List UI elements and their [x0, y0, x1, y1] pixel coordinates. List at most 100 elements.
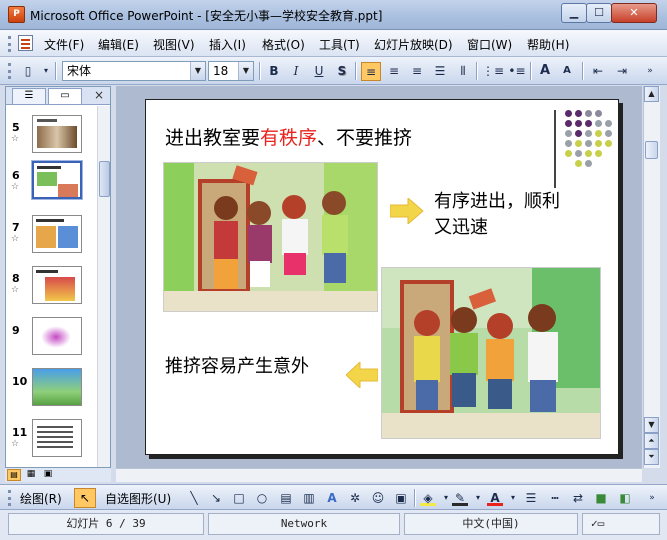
spelling-check-icon[interactable]: ✓▭ [582, 513, 660, 535]
tab-slides[interactable]: ▭ [48, 88, 82, 104]
toolbar-separator [259, 62, 261, 80]
close-icon[interactable]: × [94, 88, 104, 102]
3d-style-icon[interactable]: ◧ [617, 491, 633, 506]
slide-thumbnail-6[interactable] [31, 160, 83, 200]
minimize-button[interactable]: ▁ [561, 3, 587, 23]
decorative-divider [554, 110, 556, 188]
tab-outline[interactable]: ☰ [12, 88, 46, 104]
document-icon[interactable] [18, 35, 33, 51]
caption-pushing[interactable]: 推挤容易产生意外 [165, 352, 309, 378]
decrease-indent-icon[interactable]: ⇤ [588, 62, 608, 81]
toolbar-grip[interactable] [8, 36, 11, 52]
toolbar-separator [582, 62, 584, 80]
wordart-icon[interactable]: A [324, 491, 340, 506]
draw-menu-button[interactable]: 绘图(R) [20, 490, 62, 507]
align-right-icon[interactable]: ≡ [407, 62, 427, 81]
chevron-down-icon[interactable]: ▾ [505, 491, 521, 506]
clipart-icon[interactable]: ☺ [370, 491, 386, 506]
new-slide-icon[interactable]: ▯ [18, 62, 38, 81]
scroll-up-icon[interactable]: ▲ [644, 86, 659, 102]
columns-icon[interactable]: ⫴ [453, 62, 473, 81]
line-style-icon[interactable]: ☰ [523, 491, 539, 506]
menu-edit[interactable]: 编辑(E) [98, 36, 139, 53]
powerpoint-app-icon[interactable]: P [8, 6, 25, 23]
next-slide-icon[interactable]: ⏷ [644, 449, 659, 465]
menu-insert[interactable]: 插入(I) [209, 36, 246, 53]
menu-file[interactable]: 文件(F) [44, 36, 84, 53]
toolbar-grip[interactable] [8, 490, 11, 506]
illustration-pushing[interactable] [381, 267, 601, 439]
close-button[interactable]: ✕ [611, 3, 657, 23]
shrink-font-button[interactable]: A [557, 62, 577, 81]
menu-format[interactable]: 格式(O) [262, 36, 305, 53]
underline-button[interactable]: U [309, 62, 329, 81]
horizontal-scrollbar[interactable] [116, 468, 642, 482]
bold-button[interactable]: B [264, 62, 284, 81]
slide-thumbnail-7[interactable] [32, 215, 82, 253]
vertical-scrollbar[interactable]: ▲ ▼ ⏶ ⏷ [643, 86, 660, 468]
fill-color-icon[interactable]: ◈ [420, 491, 436, 506]
numbering-icon[interactable]: ⋮≡ [482, 62, 504, 81]
caption-orderly-line2: 又迅速 [434, 217, 488, 238]
shadow-style-icon[interactable]: ■ [593, 491, 609, 506]
slide-title[interactable]: 进出教室要有秩序、不要推挤 [165, 123, 412, 150]
menu-window[interactable]: 窗口(W) [467, 36, 512, 53]
slide-thumbnail-5[interactable] [32, 115, 82, 153]
align-left-icon[interactable]: ≡ [361, 62, 381, 81]
grow-font-button[interactable]: A [535, 62, 555, 81]
font-size-combo[interactable]: 18 ▼ [208, 61, 254, 81]
increase-indent-icon[interactable]: ⇥ [612, 62, 632, 81]
previous-slide-icon[interactable]: ⏶ [644, 433, 659, 449]
maximize-button[interactable]: ☐ [586, 3, 612, 23]
align-center-icon[interactable]: ≡ [384, 62, 404, 81]
toolbar-grip[interactable] [8, 63, 11, 79]
transition-star-icon: ☆ [11, 182, 20, 192]
slide-sorter-icon[interactable]: ▦ [24, 469, 38, 481]
chevron-down-icon[interactable]: ▼ [238, 62, 253, 80]
rectangle-tool-icon[interactable]: □ [231, 491, 247, 506]
text-shadow-button[interactable]: S [332, 62, 352, 81]
slide-number: 9 [12, 324, 20, 337]
select-pointer-icon[interactable]: ↖ [74, 488, 96, 508]
menu-view[interactable]: 视图(V) [153, 36, 195, 53]
font-color-icon[interactable]: A [487, 491, 503, 506]
menu-tools[interactable]: 工具(T) [319, 36, 360, 53]
slide-thumbnail-10[interactable] [32, 368, 82, 406]
menu-slideshow[interactable]: 幻灯片放映(D) [374, 36, 453, 53]
illustration-orderly-entry[interactable] [163, 162, 378, 312]
chevron-down-icon[interactable]: ▼ [190, 62, 205, 80]
scroll-down-icon[interactable]: ▼ [644, 417, 659, 433]
toolbar-options-icon[interactable]: » [644, 491, 660, 506]
slide-thumbnail-11[interactable] [32, 419, 82, 457]
slide-title-suffix: 、不要推挤 [317, 127, 413, 149]
bullets-icon[interactable]: •≡ [507, 62, 527, 81]
caption-orderly[interactable]: 有序进出，顺利 又迅速 [434, 189, 560, 241]
vertical-textbox-icon[interactable]: ▥ [301, 491, 317, 506]
font-name-combo[interactable]: 宋体 ▼ [62, 61, 206, 81]
chevron-down-icon[interactable]: ▾ [470, 491, 486, 506]
textbox-tool-icon[interactable]: ▤ [278, 491, 294, 506]
line-color-icon[interactable]: ✎ [452, 491, 468, 506]
scrollbar-thumb[interactable] [99, 161, 110, 197]
dash-style-icon[interactable]: ┅ [547, 491, 563, 506]
autoshapes-menu-button[interactable]: 自选图形(U) [105, 490, 171, 507]
menu-help[interactable]: 帮助(H) [527, 36, 569, 53]
insert-picture-icon[interactable]: ▣ [393, 491, 409, 506]
arrow-style-icon[interactable]: ⇄ [570, 491, 586, 506]
scrollbar-thumb[interactable] [645, 141, 658, 159]
oval-tool-icon[interactable]: ○ [254, 491, 270, 506]
thumbnail-scrollbar[interactable] [97, 106, 110, 467]
arrow-tool-icon[interactable]: ↘ [208, 491, 224, 506]
slide-thumbnail-8[interactable] [32, 266, 82, 304]
slide-thumbnail-9[interactable] [32, 317, 82, 355]
toolbar-options-icon[interactable]: » [640, 62, 660, 81]
toolbar-separator [55, 62, 57, 80]
dropdown-arrow-icon[interactable]: ▾ [36, 62, 56, 81]
current-slide[interactable]: 进出教室要有秩序、不要推挤 有序进出，顺利 又迅速 推挤容易产生意外 [145, 99, 619, 455]
slideshow-icon[interactable]: ▣ [41, 469, 55, 481]
normal-view-icon[interactable]: ▤ [7, 469, 21, 481]
italic-button[interactable]: I [286, 62, 306, 81]
justify-icon[interactable]: ☰ [430, 62, 450, 81]
diagram-icon[interactable]: ✲ [347, 491, 363, 506]
line-tool-icon[interactable]: ╲ [186, 491, 202, 506]
